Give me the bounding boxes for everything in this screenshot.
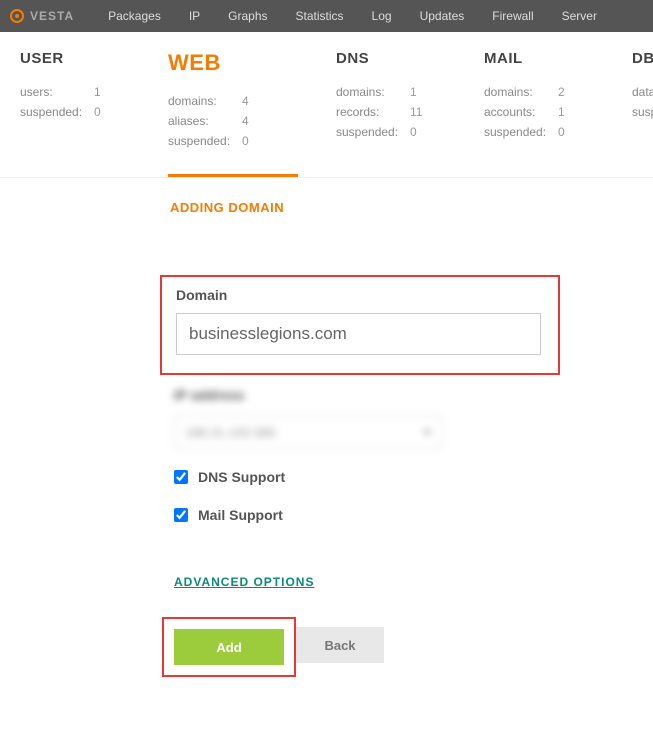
ip-label: IP address xyxy=(174,387,560,403)
dns-support-checkbox[interactable] xyxy=(174,470,188,484)
stats-title: DB xyxy=(632,50,653,67)
ip-select[interactable]: 188.31.193.388 xyxy=(174,415,442,449)
form-area: Domain IP address 188.31.193.388 DNS Sup… xyxy=(0,215,560,677)
topnav: VESTA Packages IP Graphs Statistics Log … xyxy=(0,0,653,32)
mail-support-label: Mail Support xyxy=(198,507,283,523)
vesta-logo-icon xyxy=(10,9,24,23)
add-button[interactable]: Add xyxy=(174,629,284,665)
nav-ip[interactable]: IP xyxy=(175,9,214,23)
domain-highlight: Domain xyxy=(160,275,560,375)
button-row: Add Back xyxy=(160,617,560,677)
stats-mail[interactable]: MAIL domains:2 accounts:1 suspended:0 xyxy=(484,50,594,177)
stats-title: USER xyxy=(20,50,130,67)
nav-packages[interactable]: Packages xyxy=(94,9,175,23)
advanced-options-link[interactable]: ADVANCED OPTIONS xyxy=(174,575,314,589)
nav-statistics[interactable]: Statistics xyxy=(282,9,358,23)
nav-updates[interactable]: Updates xyxy=(406,9,479,23)
domain-label: Domain xyxy=(176,287,544,303)
stats-web[interactable]: WEB domains:4 aliases:4 suspended:0 xyxy=(168,50,298,177)
mail-support-checkbox[interactable] xyxy=(174,508,188,522)
domain-input[interactable] xyxy=(176,313,541,355)
nav-server[interactable]: Server xyxy=(548,9,611,23)
nav-graphs[interactable]: Graphs xyxy=(214,9,281,23)
back-button[interactable]: Back xyxy=(296,627,384,663)
stats-db[interactable]: DB databases: suspended: xyxy=(632,50,653,177)
ip-value: 188.31.193.388 xyxy=(185,425,275,440)
chevron-down-icon xyxy=(423,430,431,435)
stats-row: USER users:1 suspended:0 WEB domains:4 a… xyxy=(0,32,653,178)
add-highlight: Add xyxy=(162,617,296,677)
nav-log[interactable]: Log xyxy=(358,9,406,23)
stats-title: DNS xyxy=(336,50,446,67)
dns-support-label: DNS Support xyxy=(198,469,285,485)
nav-firewall[interactable]: Firewall xyxy=(478,9,547,23)
page-heading: ADDING DOMAIN xyxy=(0,178,653,215)
logo-text: VESTA xyxy=(30,9,74,23)
stats-dns[interactable]: DNS domains:1 records:11 suspended:0 xyxy=(336,50,446,177)
stats-title: MAIL xyxy=(484,50,594,67)
logo[interactable]: VESTA xyxy=(10,9,74,23)
dns-support-row: DNS Support xyxy=(174,469,560,485)
stats-user[interactable]: USER users:1 suspended:0 xyxy=(20,50,130,177)
mail-support-row: Mail Support xyxy=(174,507,560,523)
stats-title: WEB xyxy=(168,50,298,76)
